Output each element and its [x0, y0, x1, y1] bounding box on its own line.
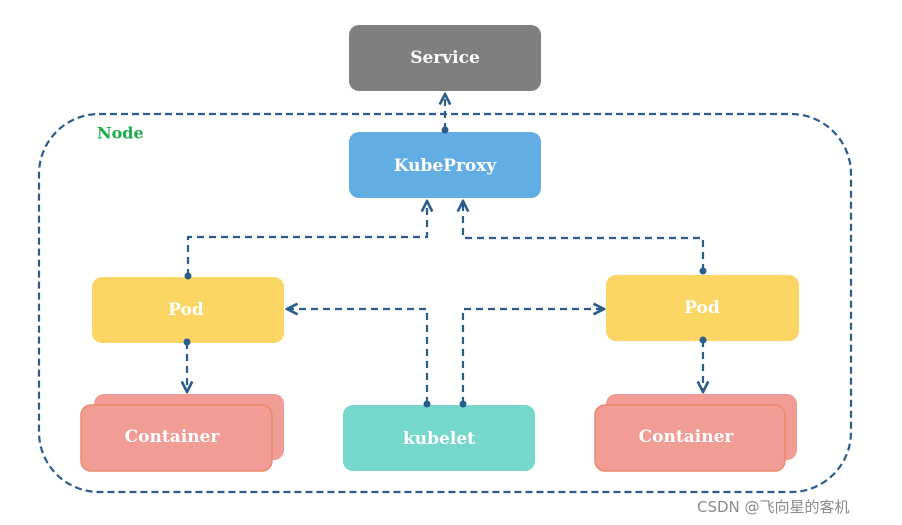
pod-left-box: Pod — [92, 277, 284, 343]
kubelet-box: kubelet — [343, 405, 535, 471]
kubeproxy-box: KubeProxy — [349, 132, 541, 198]
pod-left-label: Pod — [168, 300, 204, 320]
pod-left-to-kubeproxy-arrow — [186, 201, 427, 276]
pod-right-box: Pod — [606, 275, 799, 341]
diagram-canvas: Node Service KubeProxy Pod Pod Container… — [37, 25, 853, 494]
container-left-label: Container — [125, 427, 221, 447]
connector-dot — [184, 272, 192, 280]
container-right-stack: Container — [594, 394, 797, 472]
container-right-label: Container — [639, 427, 735, 447]
connector-dot — [441, 126, 449, 134]
connector-dot — [183, 338, 191, 346]
service-box: Service — [349, 25, 541, 91]
pod-right-label: Pod — [684, 298, 720, 318]
connector-dot — [459, 400, 467, 408]
kubelet-label: kubelet — [403, 429, 475, 449]
connector-dot — [699, 267, 707, 275]
kubeproxy-label: KubeProxy — [394, 156, 498, 176]
kubelet-to-pod-left-arrow — [287, 309, 429, 404]
connector-dot — [699, 336, 707, 344]
connector-dot — [423, 400, 431, 408]
pod-right-to-kubeproxy-arrow — [463, 201, 705, 271]
node-label: Node — [97, 124, 144, 143]
container-left-stack: Container — [80, 394, 284, 472]
service-label: Service — [410, 48, 480, 68]
watermark: CSDN @飞向星的客机 — [697, 498, 850, 516]
kubelet-to-pod-right-arrow — [461, 309, 604, 404]
